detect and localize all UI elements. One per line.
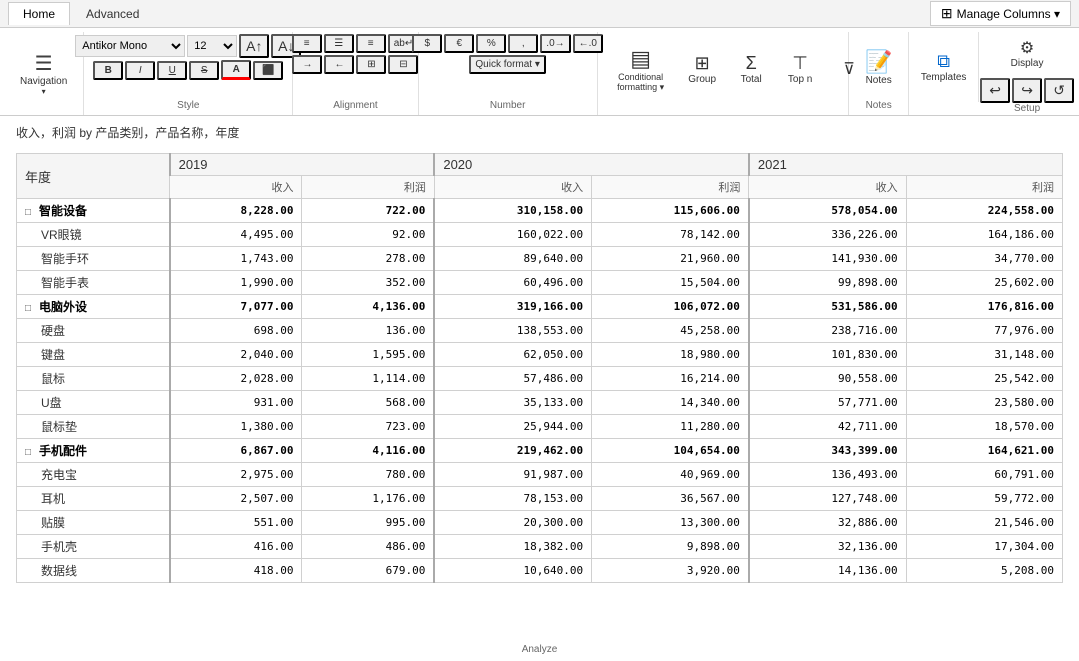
setup-label: Setup xyxy=(1014,103,1040,116)
ribbon-group-navigation: ☰ Navigation ▾ xyxy=(4,32,84,115)
table-row: 贴膜551.00995.0020,300.0013,300.0032,886.0… xyxy=(17,511,1063,535)
align-right-button[interactable]: ≡ xyxy=(356,34,386,53)
font-size-select[interactable]: 12 xyxy=(187,35,237,57)
strikethrough-button[interactable]: S xyxy=(189,61,219,80)
number-label: Number xyxy=(490,100,526,113)
italic-button[interactable]: I xyxy=(125,61,155,80)
group-icon: ⊞ xyxy=(695,53,710,74)
topn-icon: ⊤ xyxy=(792,53,808,74)
font-family-select[interactable]: Antikor Mono xyxy=(75,35,185,57)
topn-button[interactable]: ⊤ Top n xyxy=(778,34,823,104)
align-left-button[interactable]: ≡ xyxy=(292,34,322,53)
quick-format-button[interactable]: Quick format ▾ xyxy=(469,55,545,74)
currency-button[interactable]: $ xyxy=(412,34,442,53)
templates-icon: ⧉ xyxy=(937,51,950,72)
notes-label: Notes xyxy=(866,100,892,113)
table-container[interactable]: 年度201920202021收入利润收入利润收入利润□ 智能设备8,228.00… xyxy=(16,153,1063,583)
table-icon: ⊞ xyxy=(941,5,953,22)
breadcrumb: 收入，利润 by 产品类别，产品名称，年度 xyxy=(0,116,1079,149)
main-content: 年度201920202021收入利润收入利润收入利润□ 智能设备8,228.00… xyxy=(0,149,1079,638)
alignment-label: Alignment xyxy=(333,100,377,113)
display-button[interactable]: ⚙ Display xyxy=(1002,31,1052,76)
table-row: 鼠标垫1,380.00723.0025,944.0011,280.0042,71… xyxy=(17,415,1063,439)
merge-button[interactable]: ⊞ xyxy=(356,55,386,74)
ribbon-group-analyze: ▤ Conditional formatting ▾ ⊞ Group Σ Tot… xyxy=(598,32,850,115)
notes-icon: 📝 xyxy=(865,49,892,75)
ribbon-group-number: $ € % , .0→ ←.0 Quick format ▾ Number xyxy=(419,32,598,115)
table-row: 耳机2,507.001,176.0078,153.0036,567.00127,… xyxy=(17,487,1063,511)
table-row: 智能手环1,743.00278.0089,640.0021,960.00141,… xyxy=(17,247,1063,271)
analyze-label: Analyze xyxy=(0,644,1079,657)
top-bar: Home Advanced ⊞ Manage Columns ▾ xyxy=(0,0,1079,28)
total-button[interactable]: Σ Total xyxy=(729,34,774,104)
conditional-formatting-button[interactable]: ▤ Conditional formatting ▾ xyxy=(606,34,676,104)
euro-button[interactable]: € xyxy=(444,34,474,53)
table-row: 手机壳416.00486.0018,382.009,898.0032,136.0… xyxy=(17,535,1063,559)
navigation-button[interactable]: ☰ Navigation ▾ xyxy=(12,39,75,109)
style-label: Style xyxy=(177,100,199,113)
table-row: 数据线418.00679.0010,640.003,920.0014,136.0… xyxy=(17,559,1063,583)
table-row: U盘931.00568.0035,133.0014,340.0057,771.0… xyxy=(17,391,1063,415)
refresh-button[interactable]: ↺ xyxy=(1044,78,1074,103)
nav-dropdown-arrow: ▾ xyxy=(42,87,46,96)
templates-button[interactable]: ⧉ Templates xyxy=(909,32,979,102)
increase-font-button[interactable]: A↑ xyxy=(239,34,269,58)
breadcrumb-text: 收入，利润 by 产品类别，产品名称，年度 xyxy=(16,126,239,140)
underline-button[interactable]: U xyxy=(157,61,187,80)
table-row: 硬盘698.00136.00138,553.0045,258.00238,716… xyxy=(17,319,1063,343)
ribbon-group-style: Antikor Mono 12 A↑ A↓ B I U S A ⬛ Style xyxy=(84,32,293,115)
increase-decimal-button[interactable]: .0→ xyxy=(540,34,570,53)
conditional-icon: ▤ xyxy=(630,46,651,72)
table-row: 鼠标2,028.001,114.0057,486.0016,214.0090,5… xyxy=(17,367,1063,391)
manage-columns-button[interactable]: ⊞ Manage Columns ▾ xyxy=(930,1,1071,26)
display-icon: ⚙ xyxy=(1020,38,1034,58)
redo-button[interactable]: ↪ xyxy=(1012,78,1042,103)
table-row: 键盘2,040.001,595.0062,050.0018,980.00101,… xyxy=(17,343,1063,367)
navigation-icon: ☰ xyxy=(35,51,53,76)
ribbon: ☰ Navigation ▾ Antikor Mono 12 A↑ A↓ B I… xyxy=(0,28,1079,116)
align-center-button[interactable]: ☰ xyxy=(324,34,354,53)
split-button[interactable]: ⊟ xyxy=(388,55,418,74)
text-color-button[interactable]: A xyxy=(221,60,251,80)
tab-home[interactable]: Home xyxy=(8,2,70,25)
ribbon-group-setup: ⚙ Display ↩ ↪ ↺ Setup xyxy=(979,32,1075,115)
ribbon-group-alignment: ≡ ☰ ≡ ab↵ → ← ⊞ ⊟ Alignment xyxy=(293,32,418,115)
group-button[interactable]: ⊞ Group xyxy=(680,34,725,104)
percent-button[interactable]: % xyxy=(476,34,506,53)
indent-button[interactable]: → xyxy=(292,55,322,74)
comma-button[interactable]: , xyxy=(508,34,538,53)
notes-button[interactable]: 📝 Notes xyxy=(854,34,904,100)
outdent-button[interactable]: ← xyxy=(324,55,354,74)
data-table: 年度201920202021收入利润收入利润收入利润□ 智能设备8,228.00… xyxy=(16,153,1063,583)
table-row: VR眼镜4,495.0092.00160,022.0078,142.00336,… xyxy=(17,223,1063,247)
total-icon: Σ xyxy=(746,53,757,74)
background-color-button[interactable]: ⬛ xyxy=(253,61,283,80)
ribbon-group-notes: 📝 Notes Notes xyxy=(849,32,909,115)
table-row: 智能手表1,990.00352.0060,496.0015,504.0099,8… xyxy=(17,271,1063,295)
undo-button[interactable]: ↩ xyxy=(980,78,1010,103)
tab-advanced[interactable]: Advanced xyxy=(72,3,153,25)
table-row: 充电宝2,975.00780.0091,987.0040,969.00136,4… xyxy=(17,463,1063,487)
bold-button[interactable]: B xyxy=(93,61,123,80)
